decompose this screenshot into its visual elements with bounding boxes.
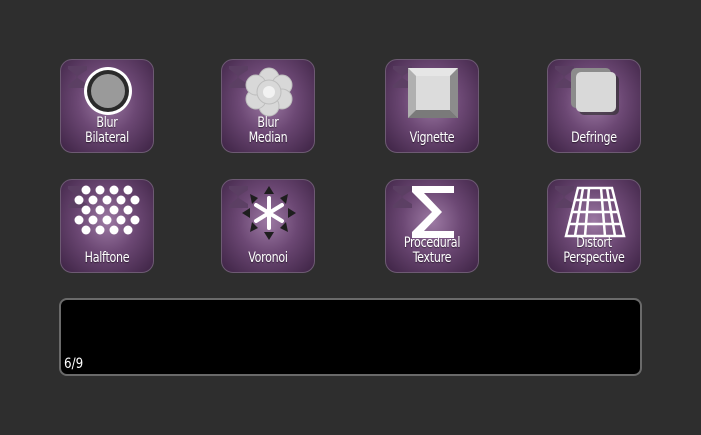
tile-halftone[interactable]: Halftone <box>60 179 154 273</box>
tile-label: Halftone <box>84 250 130 266</box>
tile-vignette[interactable]: Vignette <box>385 59 479 153</box>
tile-blur-median[interactable]: Blur Median <box>221 59 315 153</box>
tile-distort-perspective[interactable]: Distort Perspective <box>547 179 641 273</box>
tile-procedural-texture[interactable]: Procedural Texture <box>385 179 479 273</box>
tile-defringe[interactable]: Defringe <box>547 59 641 153</box>
page-indicator: 6/9 <box>64 356 84 372</box>
stream-deck-page: Blur Bilateral Blur Median Vignette Defr… <box>0 0 701 435</box>
tile-blur-bilateral[interactable]: Blur Bilateral <box>60 59 154 153</box>
tile-label: Voronoi <box>248 250 288 266</box>
tile-label: Distort Perspective <box>563 235 625 266</box>
tile-label: Defringe <box>571 130 617 146</box>
tile-voronoi[interactable]: Voronoi <box>221 179 315 273</box>
tile-label: Procedural Texture <box>403 235 461 266</box>
tile-label: Blur Bilateral <box>85 115 129 146</box>
status-display: 6/9 <box>59 298 642 376</box>
tile-label: Blur Median <box>248 115 288 146</box>
tile-label: Vignette <box>409 130 455 146</box>
